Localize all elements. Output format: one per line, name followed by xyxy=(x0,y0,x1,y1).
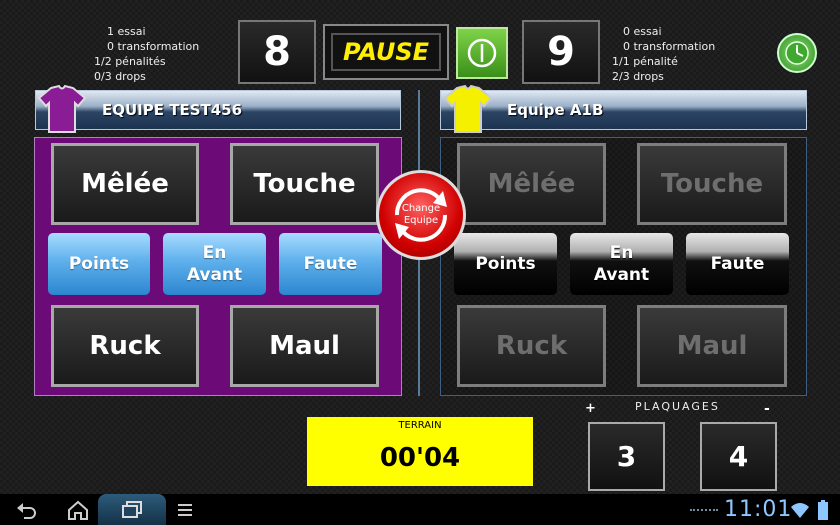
terrain-label: TERRAIN xyxy=(398,420,442,431)
left-faute-button[interactable]: Faute xyxy=(279,233,382,295)
right-faute-button[interactable]: Faute xyxy=(686,233,789,295)
score-right: 9 xyxy=(522,20,600,84)
clock-icon xyxy=(785,41,809,65)
menu-icon[interactable] xyxy=(176,501,194,519)
home-icon[interactable] xyxy=(66,499,90,521)
battery-icon xyxy=(818,500,828,520)
right-faute-label: Faute xyxy=(710,254,765,274)
right-touche-button[interactable]: Touche xyxy=(637,143,787,225)
left-points-button[interactable]: Points xyxy=(48,233,150,295)
team-right-header: Equipe A1B xyxy=(440,90,807,130)
left-ruck-button[interactable]: Ruck xyxy=(51,305,199,387)
right-ruck-button[interactable]: Ruck xyxy=(457,305,606,387)
left-touche-button[interactable]: Touche xyxy=(230,143,379,225)
power-button[interactable] xyxy=(456,27,508,79)
plaquages-minus-label: - xyxy=(764,401,770,417)
pause-label: PAUSE xyxy=(331,33,441,71)
right-team-stats: 0 essai 0 transformation 1/1 pénalité 2/… xyxy=(612,24,715,84)
recent-apps-icon xyxy=(122,501,142,518)
right-points-button[interactable]: Points xyxy=(454,233,557,295)
left-maul-button[interactable]: Maul xyxy=(230,305,379,387)
terrain-timer[interactable]: TERRAIN 00'04 xyxy=(307,417,533,486)
left-stat-penalites: 1/2 pénalités xyxy=(94,55,166,68)
left-stat-drops: 0/3 drops xyxy=(94,70,146,83)
pause-button[interactable]: PAUSE xyxy=(323,24,449,80)
back-icon[interactable] xyxy=(16,500,38,520)
right-points-label: Points xyxy=(475,254,536,274)
left-en-avant-label-1: En xyxy=(202,243,227,263)
left-melee-button[interactable]: Mêlée xyxy=(51,143,199,225)
right-stat-drops: 2/3 drops xyxy=(612,70,664,83)
team-left-header: EQUIPE TEST456 xyxy=(35,90,401,130)
right-en-avant-button[interactable]: En Avant xyxy=(570,233,673,295)
left-stat-transformation: 0 transformation xyxy=(107,40,200,53)
change-equipe-button[interactable]: Change Equipe xyxy=(376,170,466,260)
plaquages-left-counter[interactable]: 3 xyxy=(588,422,665,491)
team-right-name: Equipe A1B xyxy=(507,101,604,119)
clock-button[interactable] xyxy=(777,33,817,73)
right-stat-transformation: 0 transformation xyxy=(623,40,716,53)
change-equipe-label: Change Equipe xyxy=(402,203,440,227)
right-melee-button[interactable]: Mêlée xyxy=(457,143,606,225)
right-stat-penalite: 1/1 pénalité xyxy=(612,55,678,68)
status-time: 11:01 xyxy=(724,497,793,522)
left-en-avant-label-2: Avant xyxy=(186,265,243,285)
right-stat-essai: 0 essai xyxy=(623,25,662,38)
score-left: 8 xyxy=(238,20,316,84)
right-maul-button[interactable]: Maul xyxy=(637,305,787,387)
left-faute-label: Faute xyxy=(303,254,358,274)
plaquages-plus-label: + xyxy=(585,401,596,416)
left-team-stats: 1 essai 0 transformation 1/2 pénalités 0… xyxy=(94,24,199,84)
terrain-time: 00'04 xyxy=(379,443,461,473)
left-points-label: Points xyxy=(68,254,130,274)
right-en-avant-label-1: En xyxy=(609,243,634,263)
power-icon xyxy=(467,38,497,68)
change-equipe-line1: Change xyxy=(401,203,441,214)
left-stat-essai: 1 essai xyxy=(107,25,146,38)
change-equipe-line2: Equipe xyxy=(403,215,439,226)
plaquages-right-counter[interactable]: 4 xyxy=(700,422,777,491)
left-jersey-icon xyxy=(37,84,87,133)
right-en-avant-label-2: Avant xyxy=(593,265,650,285)
plaquages-title: PLAQUAGES xyxy=(635,400,720,413)
right-jersey-icon xyxy=(443,84,493,133)
status-dots xyxy=(690,509,718,512)
wifi-icon xyxy=(791,503,809,518)
recent-apps-button[interactable] xyxy=(98,494,166,525)
left-en-avant-button[interactable]: En Avant xyxy=(163,233,266,295)
team-left-name: EQUIPE TEST456 xyxy=(102,101,243,119)
